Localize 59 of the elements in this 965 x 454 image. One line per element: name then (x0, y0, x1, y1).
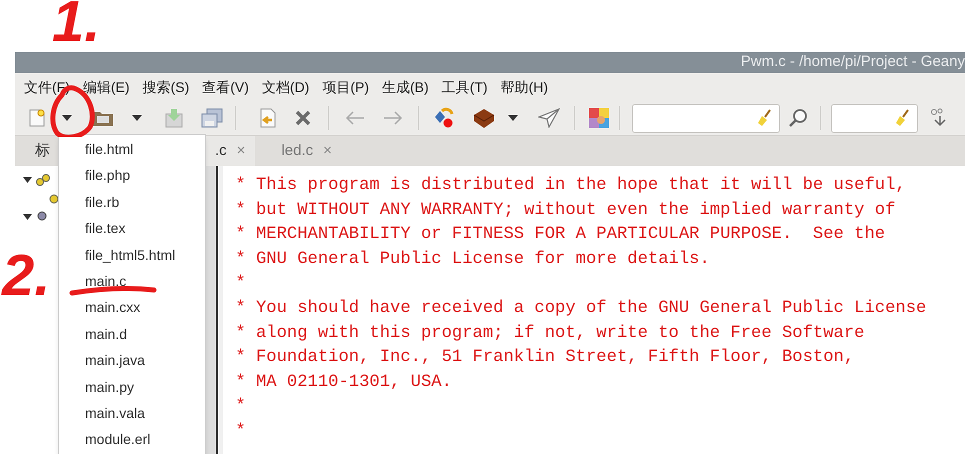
menu-item[interactable]: file.rb (59, 188, 205, 216)
code-line: * This program is distributed in the hope that it will be useful, (234, 175, 907, 197)
editor-tab[interactable]: .c × (205, 136, 256, 166)
code-line: * (234, 273, 247, 296)
menu-item[interactable]: main.vala (59, 400, 205, 426)
menu-item[interactable]: main.c (59, 268, 205, 294)
code-line: * You should have received a copy of the GNU General Public License (234, 298, 928, 320)
folder-icon[interactable] (92, 109, 114, 127)
search-icon[interactable] (788, 108, 808, 128)
window-title: Pwm.c - /home/pi/Project - Geany (740, 52, 965, 72)
caret-icon[interactable] (62, 115, 72, 121)
brick-icon[interactable] (472, 107, 496, 129)
menu-item[interactable]: 查看(V) (202, 76, 249, 98)
menu-item[interactable]: 编辑(E) (82, 76, 130, 98)
menu-item[interactable]: file_html5.html (59, 242, 205, 268)
menu-item[interactable]: 工具(T) (442, 76, 488, 98)
compile-icon[interactable] (433, 107, 455, 129)
caret-icon[interactable] (132, 115, 142, 121)
menu-item[interactable]: 文档(D) (262, 76, 310, 98)
goto-line-field[interactable] (831, 104, 918, 132)
code-line: * GNU General Public License for more details. (234, 248, 711, 271)
menu-item[interactable]: file.tex (59, 215, 205, 242)
handwritten-number: 1. (52, 0, 100, 54)
caret-icon[interactable] (508, 115, 518, 121)
function-icon (49, 194, 59, 204)
menu-item[interactable]: 帮助(H) (500, 76, 548, 98)
broom-icon[interactable] (757, 109, 771, 127)
expand-triangle-icon[interactable] (23, 214, 32, 220)
code-line: * MA 02110-1301, USA. (234, 372, 453, 394)
menu-item[interactable]: main.java (59, 347, 205, 374)
menu-item[interactable]: main.py (59, 374, 205, 400)
save-all-icon[interactable] (201, 108, 223, 128)
menu-item[interactable]: 搜索(S) (142, 76, 190, 98)
menu-item[interactable]: module.erl (59, 426, 205, 453)
broom-icon[interactable] (895, 109, 909, 127)
code-line: * MERCHANTABILITY or FITNESS FOR A PARTICULAR PURPOSE. See the (234, 224, 886, 246)
menu-item[interactable]: main.d (59, 320, 205, 348)
menu-item[interactable]: file.php (59, 162, 205, 189)
search-field[interactable] (632, 104, 780, 132)
paper-plane-icon[interactable] (538, 108, 560, 128)
menu-item[interactable]: main.cxx (59, 294, 205, 321)
color-picker-icon[interactable] (589, 108, 609, 128)
code-line: * Foundation, Inc., 51 Franklin Street, Fifth Floor, Boston, (234, 347, 856, 370)
code-line: * but WITHOUT ANY WARRANTY; without even the implied warranty of (234, 200, 896, 222)
code-line: * (234, 420, 247, 443)
sidebar-tab[interactable]: 标 (35, 140, 50, 162)
function-icon (35, 173, 51, 187)
reload-icon[interactable] (258, 108, 278, 128)
jump-icon[interactable] (930, 108, 948, 128)
menu-item[interactable]: 生成(B) (382, 76, 429, 98)
code-line: * along with this program; if not, write to the Free Software (234, 322, 866, 345)
menu-item[interactable]: 项目(P) (322, 76, 370, 98)
close-icon[interactable] (295, 110, 311, 126)
new-file-icon[interactable] (27, 108, 47, 128)
variable-icon (37, 211, 47, 221)
expand-triangle-icon[interactable] (23, 177, 32, 183)
menu-item[interactable]: file.html (59, 136, 205, 162)
handwritten-number: 2. (2, 244, 50, 308)
code-line: * (234, 396, 247, 418)
